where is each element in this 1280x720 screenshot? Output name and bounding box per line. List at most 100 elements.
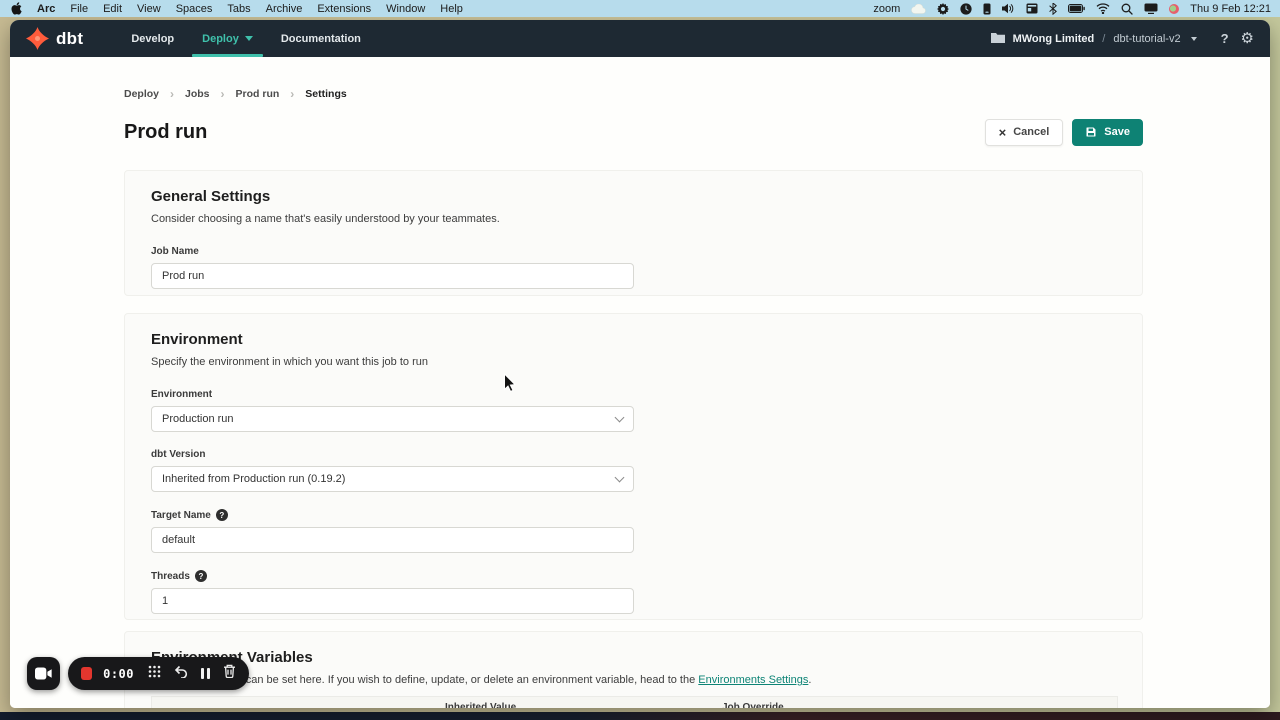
display-icon[interactable]: [1144, 3, 1158, 14]
cancel-button-label: Cancel: [1013, 126, 1049, 138]
threads-help-icon[interactable]: ?: [195, 570, 207, 582]
general-settings-title: General Settings: [151, 188, 1116, 205]
desktop-wallpaper-strip: [0, 712, 1280, 720]
target-name-help-icon[interactable]: ?: [216, 509, 228, 521]
job-name-field: Job Name: [151, 246, 1116, 289]
menubar-spaces[interactable]: Spaces: [176, 3, 213, 15]
settings-gear-icon[interactable]: ⚙: [1241, 31, 1254, 46]
job-name-input[interactable]: [151, 263, 634, 289]
menubar-view[interactable]: View: [137, 3, 161, 15]
menubar-help[interactable]: Help: [440, 3, 463, 15]
clock-icon[interactable]: [960, 3, 972, 15]
device-icon[interactable]: [983, 3, 991, 15]
stop-recording-button[interactable]: [81, 667, 92, 680]
environment-label: Environment: [151, 389, 1116, 400]
cloud-icon[interactable]: [911, 4, 926, 14]
gear-icon[interactable]: [937, 3, 949, 15]
page-content: Deploy › Jobs › Prod run › Settings Prod…: [10, 57, 1270, 708]
environment-variables-section: Environment Variables Job level override…: [124, 631, 1143, 708]
chevron-down-icon: [615, 472, 625, 482]
record-indicator[interactable]: [1169, 4, 1179, 14]
calendar-icon[interactable]: [1026, 3, 1038, 14]
threads-input[interactable]: [151, 588, 634, 614]
col-job-override: Job Override: [722, 702, 1117, 708]
dbt-logo-icon: [26, 27, 49, 50]
project-selector[interactable]: dbt-tutorial-v2: [1113, 33, 1180, 45]
dbt-version-select-value: Inherited from Production run (0.19.2): [162, 473, 345, 485]
environment-section: Environment Specify the environment in w…: [124, 313, 1143, 620]
recorder-camera-button[interactable]: [27, 657, 60, 690]
zoom-menu-item[interactable]: zoom: [873, 3, 900, 15]
environment-variables-title: Environment Variables: [151, 649, 1116, 666]
env-vars-table-header: Inherited Value Job Override: [151, 696, 1118, 708]
nav-right: MWong Limited / dbt-tutorial-v2 ? ⚙: [991, 30, 1254, 48]
battery-icon[interactable]: [1068, 4, 1085, 13]
menubar-clock[interactable]: Thu 9 Feb 12:21: [1190, 3, 1271, 15]
account-name[interactable]: MWong Limited: [1013, 33, 1095, 45]
tab-deploy[interactable]: Deploy: [188, 20, 267, 57]
save-icon: [1085, 126, 1097, 138]
recorder-controls: [148, 664, 236, 683]
environment-variables-subtitle: Job level overrides can be set here. If …: [151, 674, 1116, 686]
bluetooth-icon[interactable]: [1049, 3, 1057, 15]
save-button[interactable]: Save: [1072, 119, 1143, 146]
tab-develop[interactable]: Develop: [117, 20, 188, 57]
environment-select[interactable]: Production run: [151, 406, 634, 432]
breadcrumb-deploy[interactable]: Deploy: [124, 88, 159, 100]
close-icon: ×: [999, 126, 1007, 139]
header-actions: × Cancel Save: [985, 119, 1143, 146]
breadcrumb-jobs[interactable]: Jobs: [185, 88, 210, 100]
job-name-label: Job Name: [151, 246, 1116, 257]
menubar-file[interactable]: File: [70, 3, 88, 15]
general-settings-section: General Settings Consider choosing a nam…: [124, 170, 1143, 296]
chevron-down-icon[interactable]: [1191, 37, 1197, 41]
target-name-field: Target Name ?: [151, 509, 1116, 553]
video-camera-icon: [35, 667, 52, 680]
page-title: Prod run: [124, 121, 207, 144]
tab-documentation[interactable]: Documentation: [267, 20, 375, 57]
breadcrumb-prod-run[interactable]: Prod run: [236, 88, 280, 100]
recording-timer: 0:00: [103, 667, 134, 681]
breadcrumb-settings: Settings: [305, 88, 346, 100]
dbt-version-field: dbt Version Inherited from Production ru…: [151, 449, 1116, 492]
dbt-logo-text: dbt: [56, 29, 83, 49]
pause-recording-icon[interactable]: [201, 668, 210, 679]
chevron-down-icon: [615, 412, 625, 422]
menubar-app-arc[interactable]: Arc: [37, 3, 55, 15]
col-inherited-value: Inherited Value: [445, 702, 722, 708]
account-separator: /: [1102, 33, 1105, 45]
recorder-toolbar: 0:00: [68, 657, 249, 690]
breadcrumb-separator: ›: [221, 88, 225, 100]
menubar-tabs[interactable]: Tabs: [227, 3, 250, 15]
environment-select-value: Production run: [162, 413, 234, 425]
dbt-version-select[interactable]: Inherited from Production run (0.19.2): [151, 466, 634, 492]
target-name-label: Target Name: [151, 510, 211, 521]
chevron-down-icon: [245, 36, 253, 41]
volume-icon[interactable]: [1002, 3, 1015, 14]
tab-deploy-label: Deploy: [202, 33, 239, 45]
delete-recording-icon[interactable]: [223, 664, 236, 683]
dbt-logo[interactable]: dbt: [26, 27, 83, 50]
search-icon[interactable]: [1121, 3, 1133, 15]
macos-menubar: Arc File Edit View Spaces Tabs Archive E…: [0, 0, 1280, 17]
environment-field: Environment Production run: [151, 389, 1116, 432]
cancel-button[interactable]: × Cancel: [985, 119, 1064, 146]
dbt-version-label: dbt Version: [151, 449, 1116, 460]
menubar-edit[interactable]: Edit: [103, 3, 122, 15]
menubar-archive[interactable]: Archive: [266, 3, 303, 15]
target-name-input[interactable]: [151, 527, 634, 553]
save-button-label: Save: [1104, 126, 1130, 138]
threads-label: Threads: [151, 571, 190, 582]
restart-recording-icon[interactable]: [174, 665, 188, 683]
menubar-window[interactable]: Window: [386, 3, 425, 15]
wifi-icon[interactable]: [1096, 3, 1110, 14]
apple-menu-icon[interactable]: [11, 2, 22, 15]
environment-subtitle: Specify the environment in which you wan…: [151, 356, 1116, 368]
general-settings-subtitle: Consider choosing a name that's easily u…: [151, 213, 1116, 225]
page-header: Prod run × Cancel Save: [124, 117, 1143, 147]
menubar-extensions[interactable]: Extensions: [317, 3, 371, 15]
help-button[interactable]: ?: [1221, 31, 1229, 46]
drag-handle-icon[interactable]: [148, 665, 161, 683]
environments-settings-link[interactable]: Environments Settings: [698, 674, 808, 686]
folder-icon: [991, 30, 1005, 48]
